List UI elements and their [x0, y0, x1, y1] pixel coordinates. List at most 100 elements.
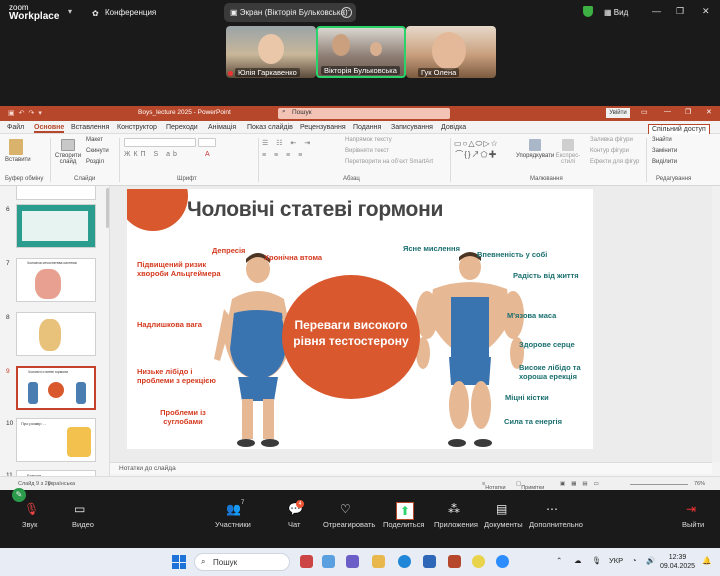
wifi-icon[interactable]: ◔ — [632, 556, 637, 565]
video-button-label[interactable]: Видео — [72, 520, 94, 529]
arrange-button[interactable]: Упорядкувати — [516, 139, 554, 159]
tab-insert[interactable]: Вставлення — [71, 124, 109, 131]
leave-button-label[interactable]: Выйти — [682, 520, 704, 529]
layout-button[interactable]: Макет — [86, 137, 103, 143]
font-name-select[interactable] — [124, 138, 196, 147]
text-direction-button[interactable]: Напрямок тексту — [345, 137, 392, 143]
quick-styles-button[interactable]: Експрес-стилі — [554, 139, 582, 165]
slide-title[interactable]: Чоловічі статеві гормони — [187, 198, 443, 222]
slide-thumbnail[interactable]: Про розмір ... — [16, 418, 96, 462]
thumbnails-scrollbar[interactable] — [106, 188, 109, 228]
view-button[interactable]: ▦ Вид — [604, 8, 628, 17]
slide-thumbnail-selected[interactable]: Чоловічі статеві гормони — [16, 366, 96, 410]
language-indicator[interactable]: українська — [48, 481, 75, 487]
meeting-info-button[interactable]: ✿ Конференция — [92, 8, 156, 18]
minimize-icon[interactable]: — — [652, 6, 661, 16]
language-indicator[interactable]: УКР — [609, 556, 623, 565]
maximize-icon[interactable]: ❐ — [676, 6, 684, 17]
list-icons[interactable]: ☰ ☷ ⇤ ⇥ — [262, 139, 313, 147]
shape-fill-button[interactable]: Заливка фігури — [590, 137, 633, 143]
store-icon[interactable] — [423, 555, 436, 568]
docs-button-label[interactable]: Документы — [484, 520, 523, 529]
maximize-icon[interactable]: ❐ — [685, 108, 691, 116]
font-color-icon[interactable]: A — [205, 151, 210, 158]
participant-tile[interactable]: Гук Олена — [406, 26, 496, 78]
audio-button-label[interactable]: Звук — [22, 520, 37, 529]
tab-file[interactable]: Файл — [7, 124, 24, 131]
more-button-label[interactable]: Дополнительно — [529, 520, 583, 529]
smartart-button[interactable]: Перетворити на обʼєкт SmartArt — [345, 159, 433, 165]
search-input[interactable]: ⌕ Пошук — [278, 108, 450, 119]
tab-slideshow[interactable]: Показ слайдів — [247, 124, 293, 131]
participant-tile[interactable]: Юлія Гаркавенко — [226, 26, 316, 78]
chevron-down-icon[interactable]: ▾ — [68, 7, 72, 16]
mic-icon[interactable]: 🎙 — [592, 556, 602, 565]
participant-tile-active[interactable]: Вікторія Бульковська — [316, 26, 406, 78]
notification-bell-icon[interactable]: 🔔 — [702, 556, 711, 565]
tab-design[interactable]: Конструктор — [117, 124, 157, 131]
more-options-icon[interactable]: ⋯ — [546, 502, 558, 516]
leave-icon[interactable]: ⇥ — [686, 502, 696, 516]
slide[interactable]: Чоловічі статеві гормони Переваги високо… — [127, 189, 593, 449]
font-format-icons[interactable]: ЖКП S ab — [124, 151, 180, 158]
heart-react-icon[interactable]: ♡ — [340, 502, 351, 516]
shapes-gallery[interactable]: ▭○△⬭▷☆ ⌒{}↗⬠✚ — [454, 139, 499, 160]
participants-icon[interactable]: 👥 — [226, 502, 241, 516]
view-buttons[interactable]: ▣▦▤▭ — [560, 481, 605, 487]
volume-icon[interactable]: 🔊 — [646, 556, 655, 565]
ribbon-display-icon[interactable]: ▭ — [641, 108, 648, 116]
reset-button[interactable]: Скинути — [86, 148, 109, 154]
app-icon[interactable] — [346, 555, 359, 568]
zoom-level[interactable]: 76% — [694, 481, 705, 487]
close-icon[interactable]: ✕ — [702, 6, 710, 17]
annotate-pen-icon[interactable]: ✎ — [12, 488, 32, 502]
taskbar-clock[interactable]: 12:39 09.04.2025 — [660, 553, 695, 571]
sign-in-button[interactable]: Увійти — [606, 108, 630, 118]
edge-icon[interactable] — [398, 555, 411, 568]
font-size-select[interactable] — [198, 138, 216, 147]
align-text-button[interactable]: Вирівняти текст — [345, 148, 389, 154]
comments-toggle[interactable]: ▢ Примітки — [516, 481, 544, 491]
zoom-slider[interactable] — [630, 484, 688, 485]
cloud-icon[interactable]: ☁ — [574, 556, 582, 565]
tray-chevron-icon[interactable]: ⌃ — [556, 556, 562, 565]
folder-icon[interactable] — [372, 555, 385, 568]
slide-thumbnail[interactable] — [16, 186, 96, 200]
app-icon[interactable] — [322, 555, 335, 568]
apps-button-label[interactable]: Приложения — [434, 520, 478, 529]
video-camera-icon[interactable]: ▭ — [74, 502, 85, 516]
security-shield-icon[interactable] — [583, 6, 593, 17]
chrome-icon[interactable] — [472, 555, 485, 568]
shape-outline-button[interactable]: Контур фігури — [590, 148, 629, 154]
muted-mic-icon[interactable]: 🎙 — [24, 502, 39, 516]
chat-button-label[interactable]: Чат — [288, 520, 300, 529]
screen-share-indicator[interactable]: ▣ Экран (Вікторія Бульковська) ⋯ — [224, 3, 356, 22]
share-button-label[interactable]: Поделиться — [383, 520, 424, 529]
section-button[interactable]: Розділ — [86, 159, 104, 165]
tab-review[interactable]: Рецензування — [300, 124, 346, 131]
tab-help[interactable]: Довідка — [441, 124, 466, 131]
canvas-vertical-scrollbar[interactable] — [712, 186, 720, 462]
paste-button[interactable]: Вставити — [5, 139, 31, 163]
shape-effects-button[interactable]: Ефекти для фігур — [590, 159, 639, 165]
documents-icon[interactable]: ▤ — [496, 502, 507, 516]
notes-pane[interactable]: Нотатки до слайда — [110, 462, 712, 474]
tab-view[interactable]: Подання — [353, 124, 381, 131]
participants-button-label[interactable]: Участники — [215, 520, 251, 529]
slide-thumbnail[interactable] — [16, 204, 96, 248]
tab-home[interactable]: Основне — [34, 124, 65, 133]
replace-button[interactable]: Замінити — [652, 148, 677, 154]
slide-thumbnail[interactable] — [16, 312, 96, 356]
zoom-icon[interactable] — [496, 555, 509, 568]
react-button-label[interactable]: Отреагировать — [323, 520, 375, 529]
tab-animations[interactable]: Анімація — [208, 124, 236, 131]
taskbar-search-input[interactable]: ⌕ Пошук — [194, 553, 290, 571]
select-button[interactable]: Виділити — [652, 159, 677, 165]
align-icons[interactable]: ≡ ≡ ≡ ≡ — [262, 152, 305, 159]
windows-start-icon[interactable] — [172, 555, 186, 569]
share-screen-icon[interactable]: ⬆ — [396, 502, 415, 520]
app-icon[interactable] — [300, 555, 313, 568]
tab-transitions[interactable]: Переходи — [166, 124, 198, 131]
tab-record[interactable]: Записування — [391, 124, 433, 131]
apps-icon[interactable]: ⁂ — [448, 502, 460, 516]
